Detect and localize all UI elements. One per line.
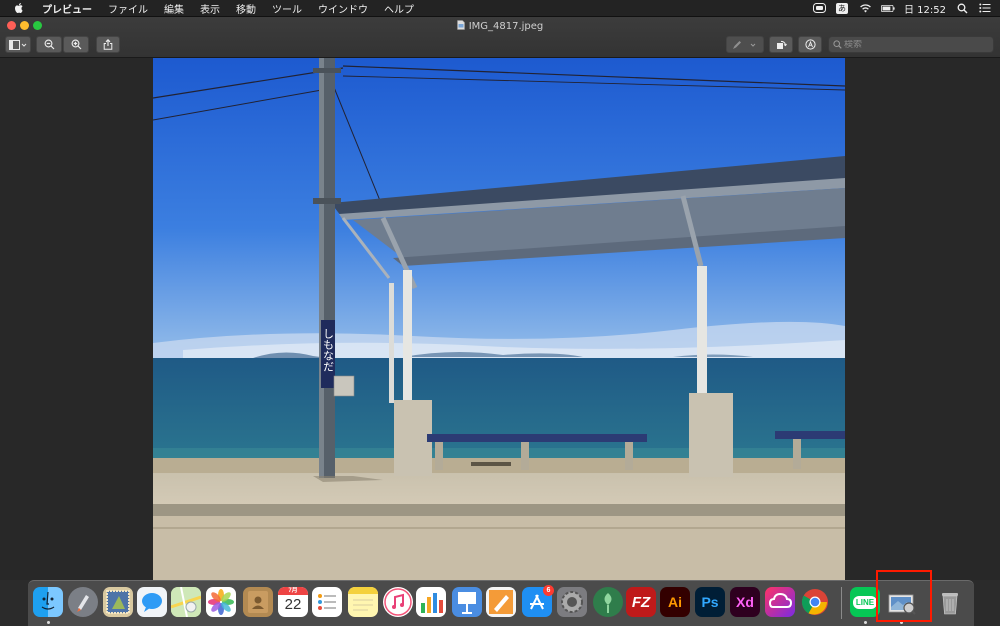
dock-chrome-icon[interactable]: [800, 587, 830, 617]
spotlight-search-icon[interactable]: [955, 2, 969, 14]
dock-maps-icon[interactable]: [171, 587, 201, 617]
dock-messages-icon[interactable]: [137, 587, 167, 617]
dock-adobe-xd-icon[interactable]: Xd: [730, 587, 760, 617]
menu-tools[interactable]: ツール: [264, 1, 310, 16]
share-button[interactable]: [96, 36, 120, 53]
dock-running-indicator: [864, 621, 867, 624]
document-title: IMG_4817.jpeg: [0, 20, 1000, 33]
pen-tool-button[interactable]: [726, 36, 764, 53]
preview-window: IMG_4817.jpeg 検索 しもなだ: [0, 17, 1000, 580]
calendar-day-label: 22: [284, 596, 302, 613]
dock-creative-cloud-icon[interactable]: [765, 587, 795, 617]
document-title-text: IMG_4817.jpeg: [468, 21, 544, 32]
photoshop-label: Ps: [701, 594, 719, 610]
menu-bar: プレビュー ファイル 編集 表示 移動 ツール ウインドウ ヘルプ あ 日 12…: [0, 0, 1000, 17]
dock-separator: [841, 587, 842, 619]
dock-trash-icon[interactable]: [935, 587, 965, 617]
rotate-button[interactable]: [769, 36, 793, 53]
menu-clock[interactable]: 日 12:52: [904, 1, 946, 16]
dock-illustrator-icon[interactable]: Ai: [660, 587, 690, 617]
dock-keynote-icon[interactable]: [452, 587, 482, 617]
dock-running-indicator: [47, 621, 50, 624]
markup-toolbar-button[interactable]: [798, 36, 822, 53]
dock-notes-icon[interactable]: [348, 587, 378, 617]
dock-filezilla-icon[interactable]: FZ: [626, 587, 656, 617]
filezilla-label: FZ: [631, 593, 651, 611]
wifi-icon[interactable]: [858, 2, 872, 14]
menu-file[interactable]: ファイル: [100, 1, 156, 16]
apple-menu-icon[interactable]: [12, 1, 26, 15]
battery-icon[interactable]: [881, 2, 895, 14]
menu-app-name[interactable]: プレビュー: [34, 1, 100, 16]
dock-photos-icon[interactable]: [206, 587, 236, 617]
dock-sourcetree-icon[interactable]: [593, 587, 623, 617]
dock-finder-icon[interactable]: [33, 587, 63, 617]
menu-help[interactable]: ヘルプ: [376, 1, 422, 16]
app-store-update-badge: 6: [543, 585, 554, 596]
photo-image[interactable]: しもなだ: [153, 58, 845, 580]
line-label: LINE: [852, 595, 878, 609]
document-icon: [456, 20, 465, 33]
xd-label: Xd: [736, 594, 754, 610]
station-sign-text: しもなだ: [322, 328, 335, 372]
dock-contacts-icon[interactable]: [243, 587, 273, 617]
status-area: あ 日 12:52: [812, 0, 992, 16]
illustrator-label: Ai: [668, 594, 682, 610]
dock-reminders-icon[interactable]: [312, 587, 342, 617]
sidebar-toggle-button[interactable]: [5, 36, 31, 53]
input-mode-label: あ: [836, 2, 848, 14]
menu-edit[interactable]: 編集: [156, 1, 192, 16]
highlight-annotation-box: [876, 570, 932, 622]
dock-system-preferences-icon[interactable]: [557, 587, 587, 617]
input-mode-icon[interactable]: あ: [835, 2, 849, 14]
dock-launchpad-icon[interactable]: [68, 587, 98, 617]
dock-pages-icon[interactable]: [486, 587, 516, 617]
calendar-month-label: 7月: [278, 587, 308, 595]
notification-center-icon[interactable]: [978, 2, 992, 14]
dock-calendar-icon[interactable]: 7月 22: [278, 587, 308, 617]
search-icon: [833, 40, 842, 49]
line-status-icon[interactable]: [812, 2, 826, 14]
image-canvas: しもなだ: [0, 58, 1000, 580]
zoom-in-button[interactable]: [63, 36, 89, 53]
dock-photoshop-icon[interactable]: Ps: [695, 587, 725, 617]
zoom-out-button[interactable]: [36, 36, 62, 53]
dock: 7月 22 6 FZ Ai Ps Xd LINE: [28, 580, 974, 626]
menu-go[interactable]: 移動: [228, 1, 264, 16]
window-titlebar[interactable]: IMG_4817.jpeg: [0, 17, 1000, 58]
menu-view[interactable]: 表示: [192, 1, 228, 16]
search-field[interactable]: [828, 36, 994, 53]
dock-numbers-icon[interactable]: [416, 587, 446, 617]
dock-mail-stamp-icon[interactable]: [103, 587, 133, 617]
menu-window[interactable]: ウインドウ: [310, 1, 376, 16]
dock-app-store-icon[interactable]: 6: [522, 585, 554, 617]
dock-music-icon[interactable]: [383, 587, 413, 617]
search-input[interactable]: [844, 39, 984, 50]
